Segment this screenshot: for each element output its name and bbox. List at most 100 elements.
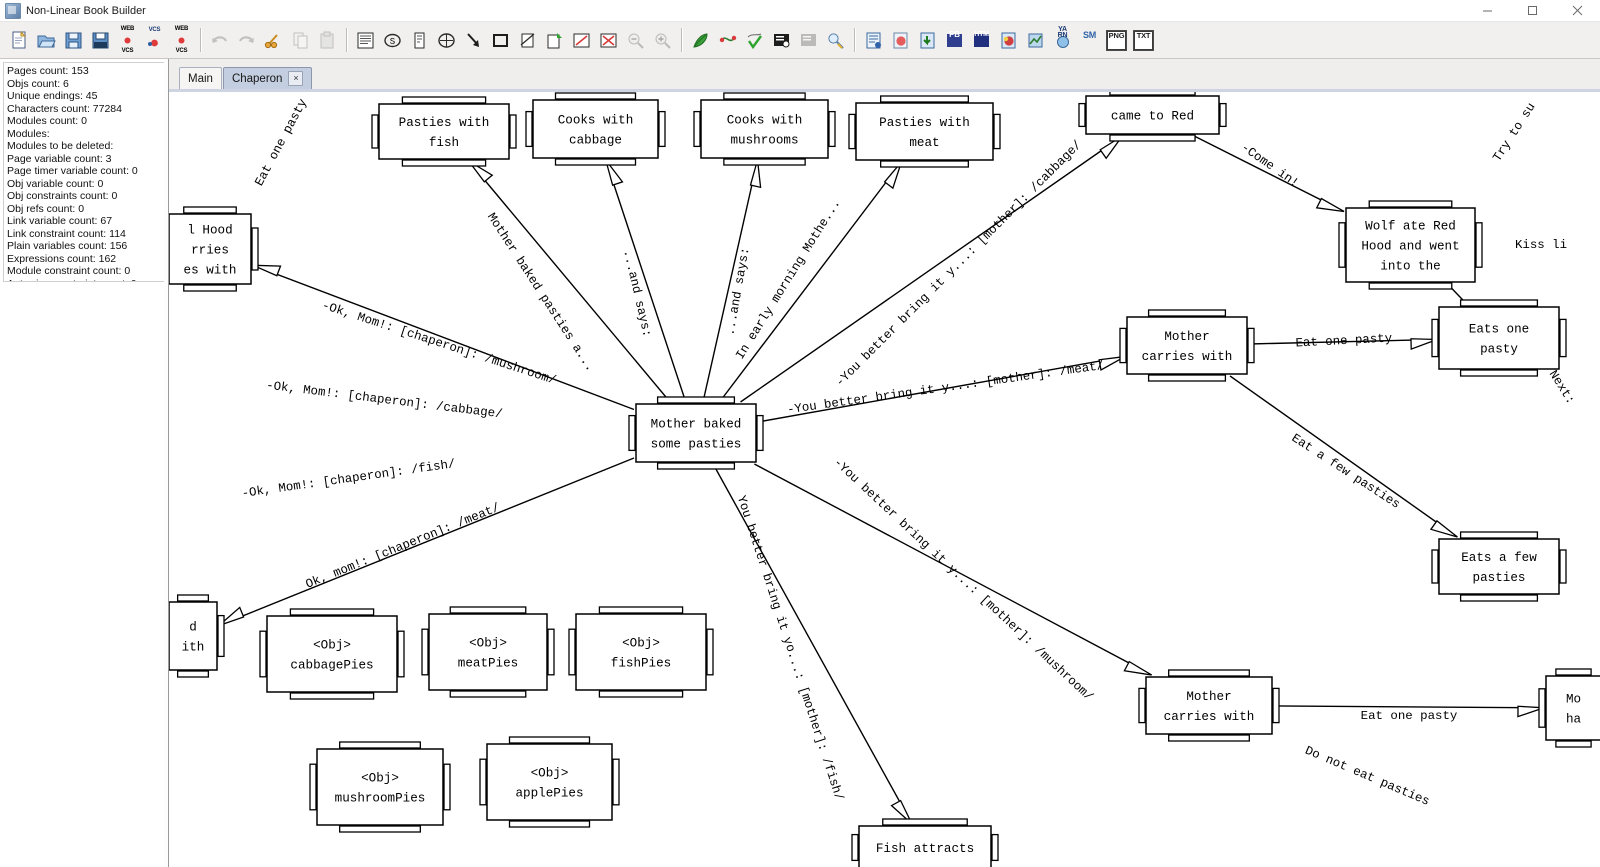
- select-rect-button[interactable]: [488, 27, 513, 53]
- graph-node[interactable]: <Obj> meatPies: [421, 606, 555, 698]
- node-box[interactable]: [855, 102, 994, 161]
- node-box[interactable]: [1126, 316, 1248, 375]
- graph-node[interactable]: Mother baked some pasties: [628, 396, 764, 470]
- graph-edge[interactable]: [605, 159, 687, 403]
- node-box[interactable]: [486, 743, 613, 821]
- properties-button[interactable]: [769, 27, 794, 53]
- graph-node[interactable]: Mother carries with: [1138, 669, 1280, 742]
- save-file-button[interactable]: [61, 27, 86, 53]
- toolbar-separator-3: [681, 28, 682, 52]
- node-box[interactable]: [575, 613, 707, 691]
- export-txt-button[interactable]: TXT: [1131, 27, 1156, 53]
- add-page-button[interactable]: [353, 27, 378, 53]
- export-asm-button[interactable]: [888, 27, 913, 53]
- tab-main[interactable]: Main: [179, 67, 222, 89]
- node-box[interactable]: [635, 403, 757, 463]
- graph-node[interactable]: <Obj> applePies: [479, 736, 620, 828]
- node-right-connector: [756, 414, 764, 452]
- graph-node[interactable]: Mother carries with: [1119, 309, 1255, 382]
- graph-node[interactable]: Mo ha: [1538, 668, 1600, 748]
- copy-button[interactable]: [288, 27, 313, 53]
- export-pb-button[interactable]: PB: [942, 27, 967, 53]
- graph-node[interactable]: Wolf ate Red Hood and went into the: [1338, 200, 1483, 290]
- window-titlebar: Non-Linear Book Builder: [0, 0, 1600, 22]
- left-panel-scrollbar[interactable]: [164, 59, 168, 867]
- export-urq-button[interactable]: [1023, 27, 1048, 53]
- export-png-button[interactable]: PNG: [1104, 27, 1129, 53]
- node-box[interactable]: [266, 615, 398, 693]
- graph-node[interactable]: Fish attracts: [851, 818, 999, 867]
- node-top-connector: [508, 736, 591, 744]
- export-html-button[interactable]: HTM: [969, 27, 994, 53]
- graph-node[interactable]: Pasties with fish: [371, 96, 517, 167]
- add-obj-button[interactable]: S: [380, 27, 405, 53]
- undo-button[interactable]: [207, 27, 232, 53]
- node-bottom-connector: [183, 284, 237, 292]
- pb-label: PB: [949, 30, 960, 39]
- run-book-button[interactable]: [688, 27, 713, 53]
- node-box[interactable]: [1438, 538, 1560, 595]
- tab-chaperon[interactable]: Chaperon ×: [222, 67, 313, 89]
- validate-button[interactable]: [742, 27, 767, 53]
- graph-edge[interactable]: [702, 159, 759, 403]
- cut-button[interactable]: [261, 27, 286, 53]
- node-box[interactable]: [1545, 675, 1600, 741]
- import-web-vcs-button[interactable]: WEB VCS: [169, 26, 194, 54]
- htm-label: HTM: [974, 31, 989, 38]
- graph-node[interactable]: l Hood rries es with: [169, 206, 259, 292]
- node-box[interactable]: [428, 613, 548, 691]
- node-box[interactable]: [378, 103, 510, 160]
- export-web-vcs-button[interactable]: WEB VCS: [115, 26, 140, 54]
- node-box[interactable]: [700, 99, 829, 159]
- export-qsp-button[interactable]: [996, 27, 1021, 53]
- vcs-button[interactable]: VCS: [142, 27, 167, 53]
- graph-edge[interactable]: [1229, 375, 1458, 538]
- graph-node[interactable]: d ith: [169, 594, 225, 678]
- new-file-button[interactable]: [7, 27, 32, 53]
- add-link-button[interactable]: [407, 27, 432, 53]
- graph-node[interactable]: Cooks with cabbage: [525, 92, 666, 166]
- delete-page-button[interactable]: [596, 27, 621, 53]
- find-text-button[interactable]: [823, 27, 848, 53]
- graph-node[interactable]: <Obj> fishPies: [568, 606, 714, 698]
- node-box[interactable]: [316, 748, 444, 826]
- paste-button[interactable]: [315, 27, 340, 53]
- maximize-button[interactable]: [1510, 0, 1555, 21]
- graph-canvas[interactable]: l Hood rries es with Pasties with fish Cooks …: [169, 92, 1600, 867]
- graph-node[interactable]: came to Red: [1078, 92, 1227, 142]
- graph-edge[interactable]: [1273, 705, 1545, 709]
- add-module-button[interactable]: [434, 27, 459, 53]
- node-box[interactable]: [1438, 306, 1560, 370]
- node-box[interactable]: [532, 99, 659, 159]
- zoom-out-button[interactable]: [623, 27, 648, 53]
- edit-page-button[interactable]: [569, 27, 594, 53]
- redo-button[interactable]: [234, 27, 259, 53]
- save-as-file-button[interactable]: [88, 27, 113, 53]
- variables-button[interactable]: [796, 27, 821, 53]
- graph-node[interactable]: <Obj> mushroomPies: [309, 741, 451, 833]
- export-sm-button[interactable]: SM: [1077, 27, 1102, 53]
- check-graph-button[interactable]: [715, 27, 740, 53]
- export-jsiq-button[interactable]: [915, 27, 940, 53]
- node-left-connector: [1431, 318, 1439, 358]
- open-file-button[interactable]: [34, 27, 59, 53]
- export-nlb-button[interactable]: [861, 27, 886, 53]
- export-yarn-button[interactable]: YA RN: [1050, 26, 1075, 53]
- graph-node[interactable]: Cooks with mushrooms: [693, 92, 836, 166]
- paste-tool-button[interactable]: [542, 27, 567, 53]
- node-right-connector: [658, 110, 666, 148]
- zoom-in-button[interactable]: [650, 27, 675, 53]
- node-box[interactable]: [1145, 676, 1273, 735]
- graph-node[interactable]: <Obj> cabbagePies: [259, 608, 405, 700]
- minimize-button[interactable]: [1465, 0, 1510, 21]
- add-arrow-button[interactable]: [461, 27, 486, 53]
- cut-tool-button[interactable]: [515, 27, 540, 53]
- close-button[interactable]: [1555, 0, 1600, 21]
- graph-node[interactable]: Pasties with meat: [848, 95, 1001, 168]
- graph-node[interactable]: Eats a few pasties: [1431, 531, 1567, 602]
- graph-node[interactable]: Eats one pasty: [1431, 299, 1567, 377]
- close-icon[interactable]: ×: [288, 71, 304, 86]
- node-top-connector: [882, 818, 968, 826]
- node-box[interactable]: [169, 601, 218, 671]
- node-label: Cooks with: [727, 114, 803, 128]
